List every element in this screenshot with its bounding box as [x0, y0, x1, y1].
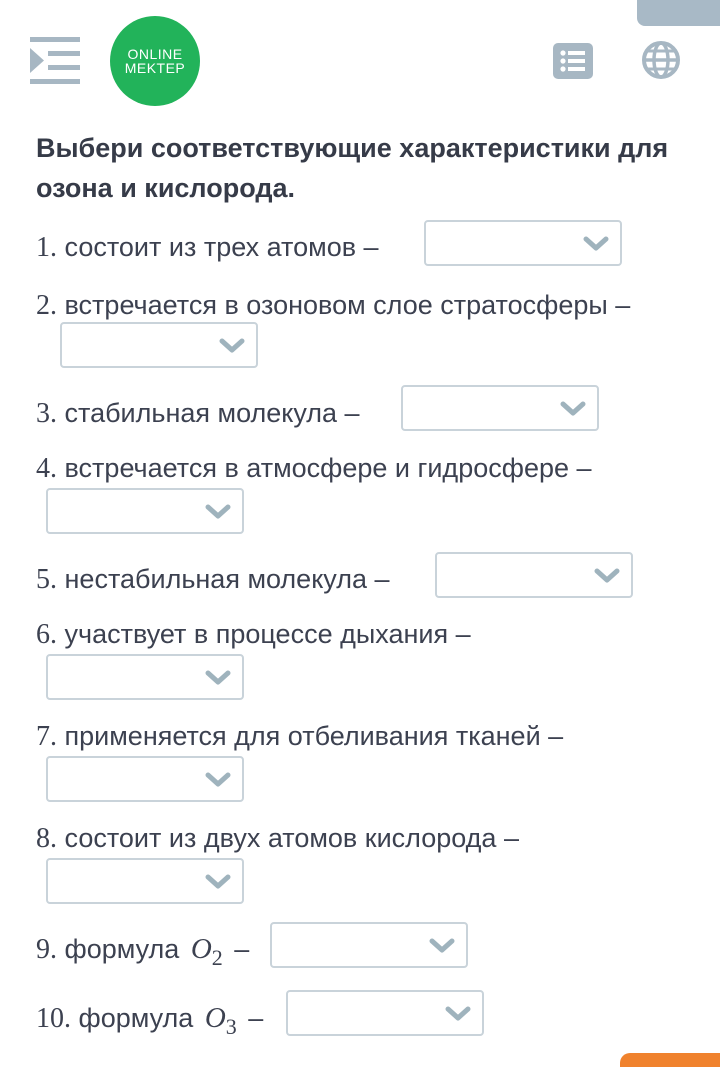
question-number: 2. [36, 290, 57, 321]
question-dash: – [234, 934, 250, 964]
logo-line-1: ONLINE [127, 46, 183, 62]
question-text: встречается в озоновом слое стратосферы … [64, 290, 631, 320]
task-title: Выбери соответствующие характеристики дл… [36, 133, 669, 203]
answer-dropdown-4[interactable] [46, 488, 244, 534]
chevron-down-icon [583, 236, 609, 251]
menu-collapse-icon[interactable] [30, 37, 80, 85]
answer-dropdown-5[interactable] [435, 552, 633, 598]
chevron-down-icon [205, 874, 231, 889]
question-text: нестабильная молекула – [64, 564, 390, 594]
chevron-down-icon [205, 772, 231, 787]
question-number: 5. [36, 564, 57, 595]
question-number: 8. [36, 823, 57, 854]
globe-icon[interactable] [642, 41, 680, 79]
question-number: 4. [36, 453, 57, 484]
question-text: состоит из двух атомов кислорода – [64, 823, 519, 853]
formula-symbol: O [190, 933, 212, 965]
question-number: 6. [36, 619, 57, 650]
question-8: 8. состоит из двух атомов кислорода – [36, 820, 686, 857]
question-6: 6. участвует в процессе дыхания – [36, 616, 686, 653]
online-mektep-logo[interactable]: ONLINE MEKTEP [110, 16, 200, 106]
formula-symbol: O [204, 1002, 226, 1034]
question-text: стабильная молекула – [64, 398, 360, 428]
answer-dropdown-7[interactable] [46, 756, 244, 802]
answer-dropdown-1[interactable] [424, 220, 622, 266]
top-tab[interactable] [637, 0, 720, 26]
question-text: применяется для отбеливания тканей – [64, 721, 564, 751]
list-icon[interactable] [553, 43, 593, 79]
formula-subscript: 3 [225, 1013, 237, 1039]
question-number: 1. [36, 232, 57, 263]
question-text: формула [64, 934, 180, 964]
logo-line-2: MEKTEP [124, 60, 186, 76]
question-number: 7. [36, 721, 57, 752]
chevron-down-icon [560, 401, 586, 416]
question-dash: – [248, 1003, 264, 1033]
answer-dropdown-9[interactable] [270, 922, 468, 968]
answer-dropdown-10[interactable] [286, 990, 484, 1036]
formula-o2: O2 [190, 933, 223, 970]
question-text: встречается в атмосфере и гидросфере – [64, 453, 592, 483]
question-number: 3. [36, 398, 57, 429]
chevron-down-icon [219, 338, 245, 353]
formula-subscript: 2 [211, 944, 223, 970]
chevron-down-icon [205, 504, 231, 519]
formula-o3: O3 [204, 1002, 237, 1039]
answer-dropdown-3[interactable] [401, 385, 599, 431]
chevron-down-icon [205, 670, 231, 685]
chevron-down-icon [594, 568, 620, 583]
question-number: 9. [36, 934, 57, 965]
question-text: формула [78, 1003, 194, 1033]
chevron-down-icon [445, 1006, 471, 1021]
chevron-down-icon [429, 938, 455, 953]
answer-dropdown-2[interactable] [60, 322, 258, 368]
answer-dropdown-8[interactable] [46, 858, 244, 904]
question-text: состоит из трех атомов – [64, 232, 379, 262]
question-text: участвует в процессе дыхания – [64, 619, 471, 649]
question-7: 7. применяется для отбеливания тканей – [36, 718, 686, 755]
question-4: 4. встречается в атмосфере и гидросфере … [36, 450, 686, 487]
question-number: 10. [36, 1003, 71, 1034]
next-button[interactable] [620, 1053, 720, 1067]
answer-dropdown-6[interactable] [46, 654, 244, 700]
